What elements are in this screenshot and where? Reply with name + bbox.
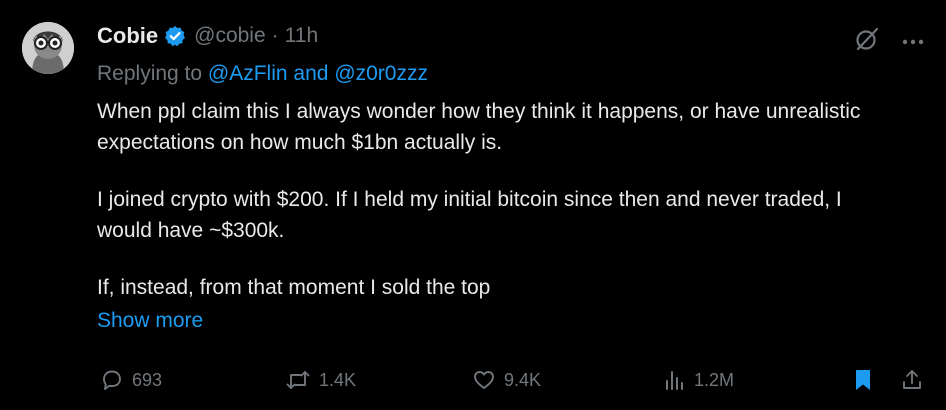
repost-button[interactable]: 1.4K bbox=[285, 368, 356, 392]
tweet-paragraph-1: When ppl claim this I always wonder how … bbox=[97, 100, 861, 154]
separator-dot: · bbox=[271, 24, 279, 47]
reply-icon bbox=[100, 368, 124, 392]
heart-icon bbox=[472, 368, 496, 392]
reply-count: 693 bbox=[132, 369, 163, 390]
avatar[interactable] bbox=[22, 22, 74, 74]
tweet-paragraph-2: I joined crypto with $200. If I held my … bbox=[97, 188, 842, 242]
bookmark-button[interactable] bbox=[852, 368, 874, 392]
timestamp[interactable]: 11h bbox=[285, 24, 318, 48]
repost-icon bbox=[285, 368, 311, 392]
more-icon[interactable] bbox=[902, 33, 924, 51]
tweet-text: When ppl claim this I always wonder how … bbox=[97, 96, 887, 303]
share-icon bbox=[900, 368, 924, 392]
grok-icon[interactable] bbox=[854, 26, 880, 57]
tweet: Cobie @cobie · 11h Replying to @AzFlin a… bbox=[0, 0, 946, 410]
tweet-paragraph-3: If, instead, from that moment I sold the… bbox=[97, 276, 491, 299]
show-more-link[interactable]: Show more bbox=[97, 305, 887, 336]
mention-group-link[interactable]: @AzFlin and @z0r0zzz bbox=[208, 62, 428, 85]
mention-joiner: and bbox=[293, 62, 329, 85]
mention-z0r0zzz[interactable]: @z0r0zzz bbox=[334, 62, 428, 85]
like-button[interactable]: 9.4K bbox=[472, 368, 541, 392]
views-icon bbox=[664, 368, 686, 392]
tweet-top-actions bbox=[854, 26, 924, 57]
like-count: 9.4K bbox=[504, 369, 542, 390]
replying-to-label: Replying to bbox=[97, 62, 203, 85]
mention-azflin[interactable]: @AzFlin bbox=[208, 62, 288, 85]
repost-count: 1.4K bbox=[319, 369, 357, 390]
display-name[interactable]: Cobie bbox=[97, 23, 158, 49]
user-handle[interactable]: @cobie bbox=[194, 24, 266, 48]
bookmark-icon bbox=[852, 368, 874, 392]
replying-to: Replying to @AzFlin and @z0r0zzz bbox=[97, 56, 887, 92]
tweet-header: Cobie @cobie · 11h bbox=[97, 16, 887, 56]
reply-button[interactable]: 693 bbox=[100, 368, 162, 392]
tweet-content: Cobie @cobie · 11h Replying to @AzFlin a… bbox=[97, 16, 887, 336]
tweet-actions-bar: 693 1.4K 9.4K 1.2M bbox=[100, 368, 930, 400]
share-button[interactable] bbox=[900, 368, 924, 392]
views-button[interactable]: 1.2M bbox=[664, 368, 734, 392]
views-count: 1.2M bbox=[694, 369, 735, 390]
verified-badge-icon[interactable] bbox=[164, 25, 186, 47]
